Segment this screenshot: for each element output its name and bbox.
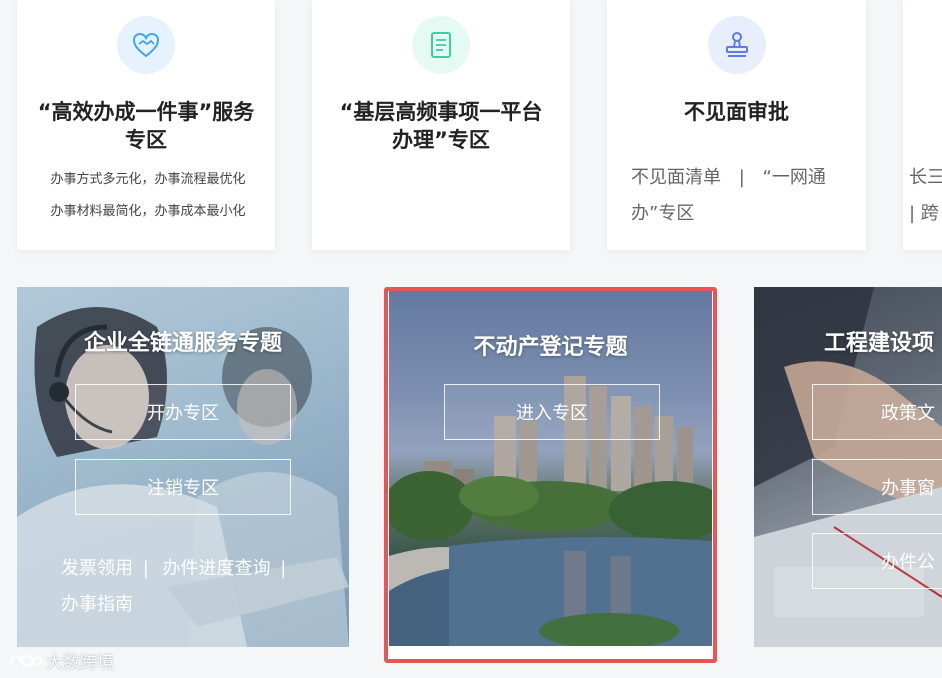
card-links: 不见面清单 | “一网通办”专区 [631,160,836,232]
watermark: 大数跨境 [8,648,114,673]
separator: | [142,558,149,579]
service-card-partial[interactable]: 长三 | 跨 [903,0,942,250]
no-meeting-list-link[interactable]: 不见面清单 [631,167,721,188]
panel-construction: 工程建设项 政策文 办事窗 办件公 [754,287,942,647]
policy-button[interactable]: 政策文 [812,384,942,440]
watermark-text: 大数跨境 [46,653,114,673]
desc-line-2: 办事材料最简化，办事成本最小化 [50,204,246,219]
watermark-logo-icon [10,654,42,667]
card-title: 不见面审批 [684,100,789,124]
guide-link[interactable]: 办事指南 [61,594,133,615]
card-title: “高效办成一件事”服务专区 [37,100,255,152]
enter-zone-button[interactable]: 进入专区 [444,384,660,440]
panel-quick-links: 发票领用 | 办件进度查询 | 办事指南 [61,551,319,623]
invoice-link[interactable]: 发票领用 [61,558,133,579]
desc-line-1: 办事方式多元化，办事流程最优化 [50,172,246,187]
document-icon [412,16,470,74]
card-links: 长三 | 跨 [909,160,942,232]
panel-title: 工程建设项 [824,331,935,356]
stamp-icon [707,16,766,74]
card-link-line[interactable]: | 跨 [909,196,942,232]
service-card-no-meeting[interactable]: 不见面审批 不见面清单 | “一网通办”专区 [607,0,866,250]
card-description: 办事方式多元化，办事流程最优化 办事材料最简化，办事成本最小化 [39,164,257,228]
panel-enterprise-service: 企业全链通服务专题 开办专区 注销专区 发票领用 | 办件进度查询 | 办事指南 [17,287,349,647]
service-card-grassroots[interactable]: “基层高频事项一平台办理”专区 [312,0,570,250]
open-business-button[interactable]: 开办专区 [75,384,291,440]
panel-real-estate: 不动产登记专题 进入专区 [389,291,712,646]
card-link-line[interactable]: 长三 [909,160,942,196]
progress-query-link[interactable]: 办件进度查询 [163,558,271,579]
panel-title: 企业全链通服务专题 [83,331,282,356]
panel-title: 不动产登记专题 [473,335,628,360]
deregister-button[interactable]: 注销专区 [75,459,291,515]
separator: | [280,558,287,579]
service-window-button[interactable]: 办事窗 [812,459,942,515]
case-publicity-button[interactable]: 办件公 [812,533,942,589]
service-card-efficient[interactable]: “高效办成一件事”服务专区 办事方式多元化，办事流程最优化 办事材料最简化，办事… [17,0,275,250]
separator: | [738,167,745,188]
card-title: “基层高频事项一平台办理”专区 [339,100,543,152]
handshake-heart-icon [117,16,175,74]
